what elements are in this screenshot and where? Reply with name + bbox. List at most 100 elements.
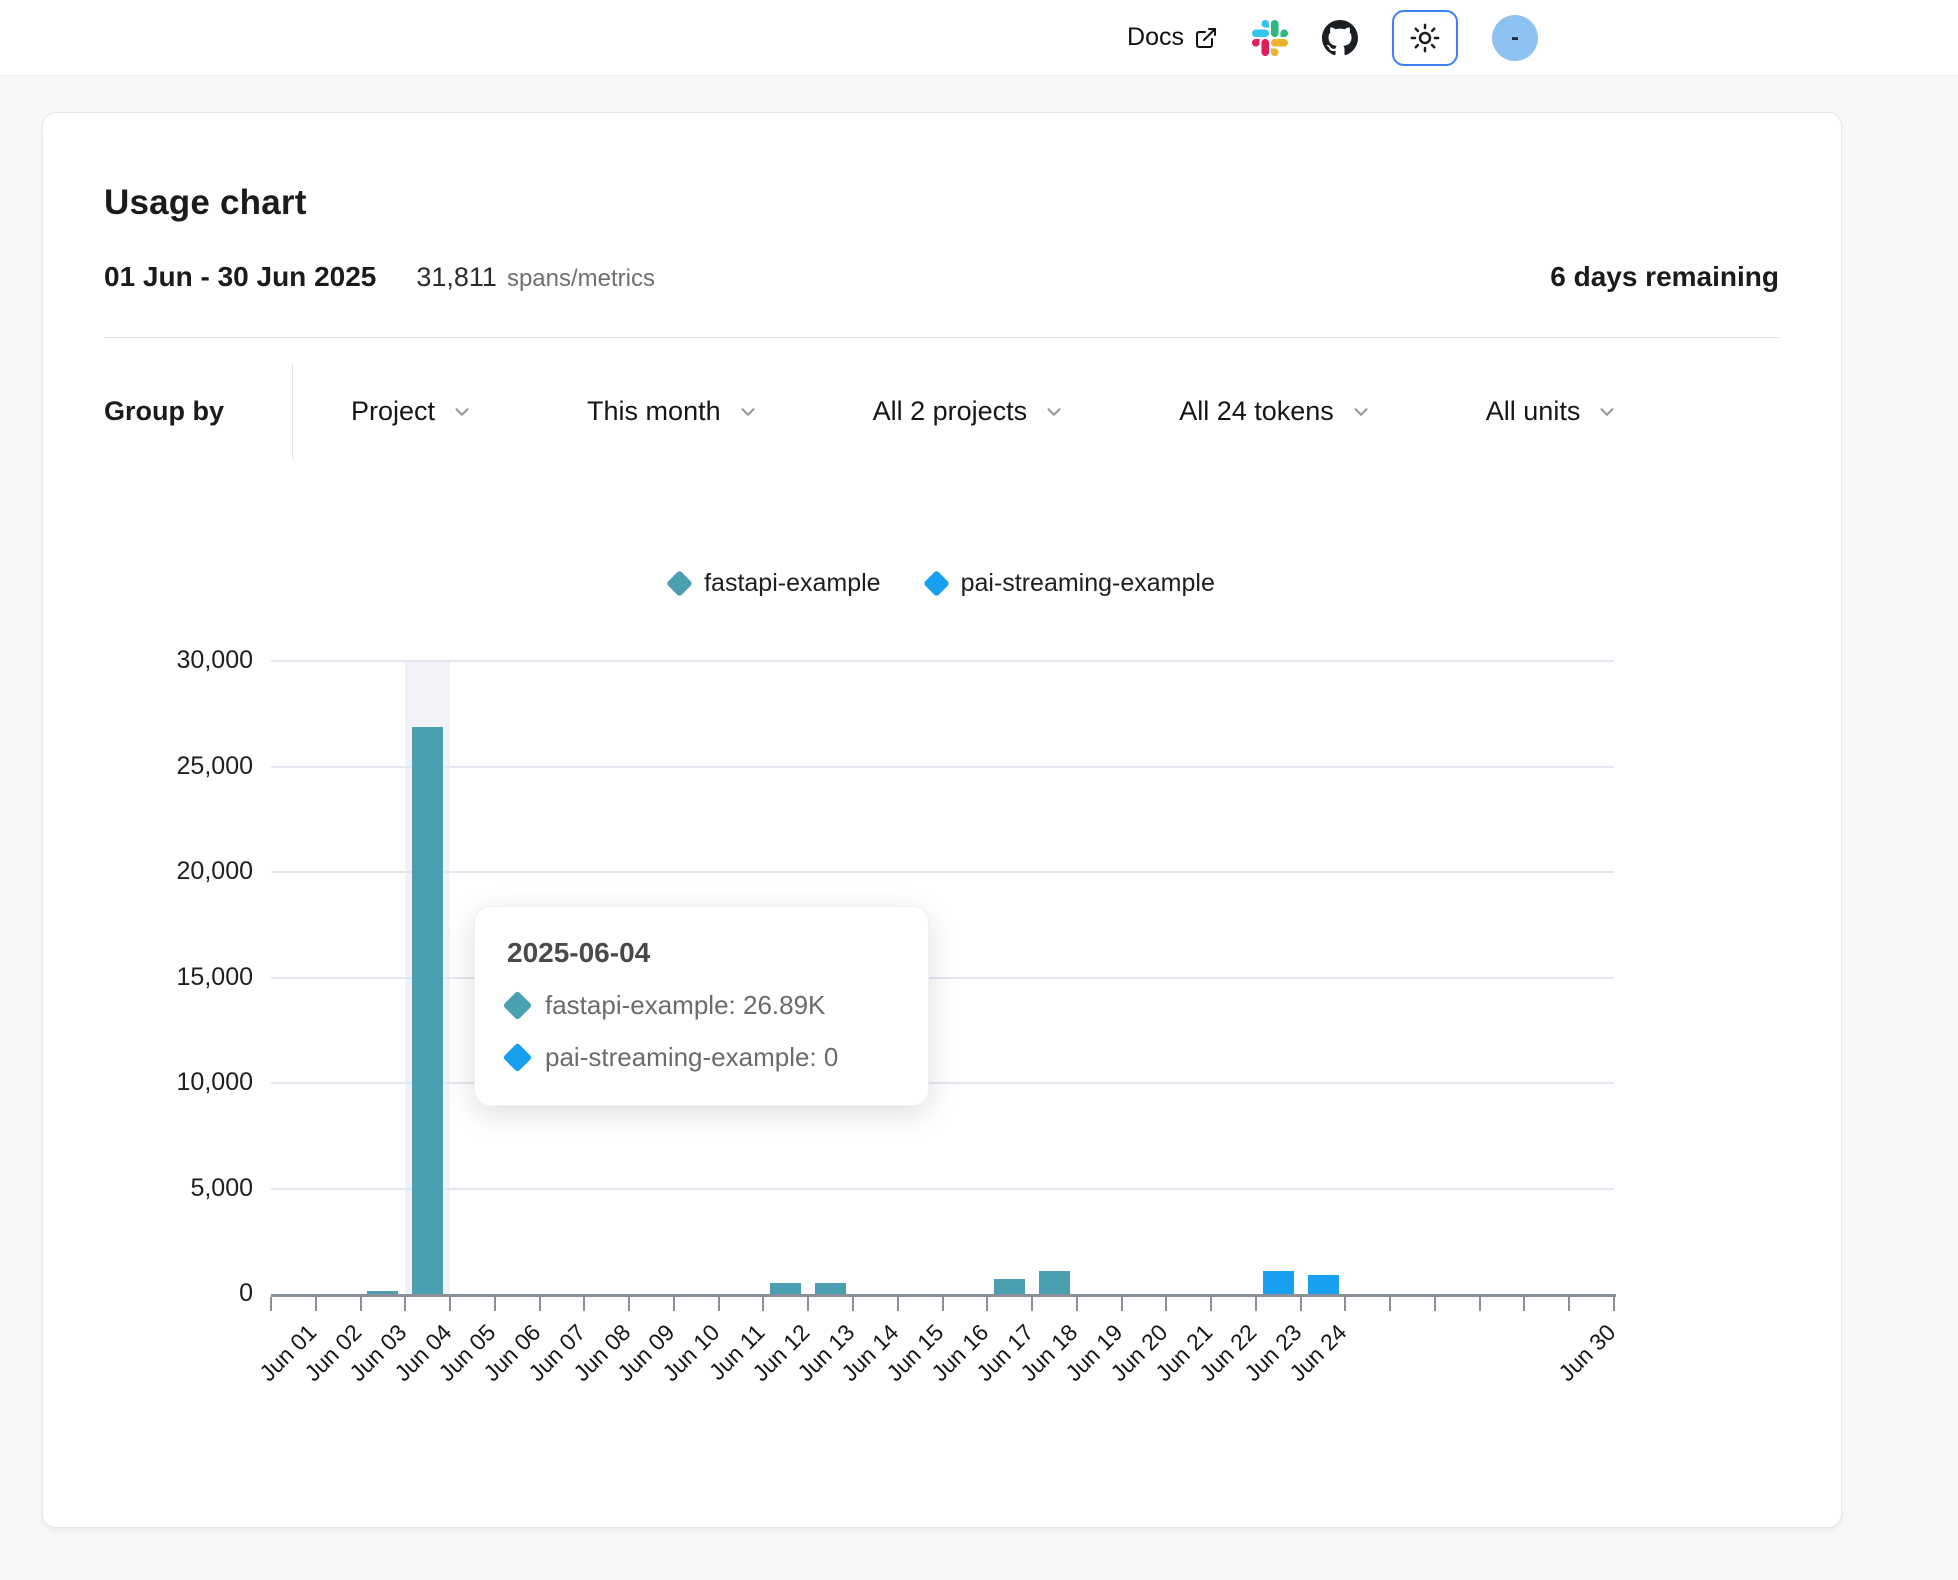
- tokens-select[interactable]: All 24 tokens: [1179, 396, 1372, 427]
- bar-jun-04[interactable]: [412, 727, 443, 1294]
- x-tick: [494, 1297, 496, 1311]
- x-tick: [1255, 1297, 1257, 1311]
- x-tick: [315, 1297, 317, 1311]
- chevron-down-icon: [737, 401, 759, 423]
- units-select[interactable]: All units: [1486, 396, 1619, 427]
- date-range: 01 Jun - 30 Jun 2025: [104, 261, 376, 293]
- x-tick-label: Jun 30: [1553, 1319, 1621, 1387]
- plot-area: [271, 661, 1614, 1294]
- tokens-select-value: All 24 tokens: [1179, 396, 1334, 427]
- x-tick: [1121, 1297, 1123, 1311]
- theme-toggle-button[interactable]: [1392, 10, 1458, 66]
- chart-tooltip: 2025-06-04 fastapi-example: 26.89K pai-s…: [474, 906, 929, 1106]
- gridline: [271, 1188, 1614, 1190]
- y-tick-label: 30,000: [177, 646, 253, 675]
- period-select-value: This month: [587, 396, 721, 427]
- x-tick: [404, 1297, 406, 1311]
- x-tick: [1076, 1297, 1078, 1311]
- x-tick: [1389, 1297, 1391, 1311]
- x-tick: [583, 1297, 585, 1311]
- bar-jun-12[interactable]: [770, 1283, 801, 1294]
- x-tick: [807, 1297, 809, 1311]
- bar-jun-17[interactable]: [994, 1279, 1025, 1294]
- chevron-down-icon: [1043, 401, 1065, 423]
- chevron-down-icon: [451, 401, 473, 423]
- github-icon: [1322, 20, 1358, 56]
- chevron-down-icon: [1596, 401, 1618, 423]
- series-diamond-icon: [503, 1043, 533, 1073]
- usage-unit: spans/metrics: [507, 265, 655, 293]
- bar-jun-23[interactable]: [1263, 1271, 1294, 1294]
- gridline: [271, 871, 1614, 873]
- vertical-divider: [292, 364, 293, 459]
- series-diamond-icon: [923, 570, 950, 597]
- usage-chart: fastapi-example pai-streaming-example 0 5…: [43, 543, 1841, 1529]
- projects-select-value: All 2 projects: [873, 396, 1028, 427]
- y-tick-label: 0: [239, 1279, 253, 1308]
- x-tick: [628, 1297, 630, 1311]
- x-tick: [1031, 1297, 1033, 1311]
- x-tick: [673, 1297, 675, 1311]
- days-remaining: 6 days remaining: [1550, 261, 1779, 293]
- filter-row: Group by Project This month All 2 projec…: [104, 364, 1779, 459]
- x-tick: [1210, 1297, 1212, 1311]
- usage-total: 31,811: [416, 262, 497, 293]
- y-tick-label: 25,000: [177, 752, 253, 781]
- group-by-label: Group by: [104, 396, 224, 427]
- x-tick: [986, 1297, 988, 1311]
- y-tick-label: 5,000: [190, 1174, 253, 1203]
- y-tick-label: 10,000: [177, 1068, 253, 1097]
- sun-icon: [1410, 23, 1440, 53]
- series-diamond-icon: [503, 991, 533, 1021]
- github-button[interactable]: [1322, 20, 1358, 56]
- x-tick: [852, 1297, 854, 1311]
- external-link-icon: [1194, 26, 1218, 50]
- x-tick: [1613, 1297, 1615, 1311]
- main-content: Usage chart 01 Jun - 30 Jun 2025 31,811 …: [0, 112, 1958, 1528]
- legend-item-fastapi-example[interactable]: fastapi-example: [670, 569, 880, 598]
- legend-label: fastapi-example: [704, 569, 880, 598]
- x-tick: [449, 1297, 451, 1311]
- tooltip-date: 2025-06-04: [507, 937, 892, 969]
- x-tick: [1165, 1297, 1167, 1311]
- x-tick: [897, 1297, 899, 1311]
- projects-select[interactable]: All 2 projects: [873, 396, 1066, 427]
- x-tick: [762, 1297, 764, 1311]
- chevron-down-icon: [1350, 401, 1372, 423]
- gridline: [271, 1082, 1614, 1084]
- series-diamond-icon: [666, 570, 693, 597]
- period-select[interactable]: This month: [587, 396, 759, 427]
- bar-jun-13[interactable]: [815, 1283, 846, 1294]
- units-select-value: All units: [1486, 396, 1581, 427]
- x-tick: [1568, 1297, 1570, 1311]
- gridline: [271, 660, 1614, 662]
- topbar: Docs -: [0, 0, 1958, 76]
- y-tick-label: 20,000: [177, 857, 253, 886]
- page-title: Usage chart: [104, 183, 1779, 223]
- y-tick-label: 15,000: [177, 963, 253, 992]
- avatar[interactable]: -: [1492, 15, 1538, 61]
- x-tick: [1434, 1297, 1436, 1311]
- docs-link-label: Docs: [1127, 23, 1184, 52]
- slack-button[interactable]: [1252, 20, 1288, 56]
- group-by-select[interactable]: Project: [351, 396, 473, 427]
- x-tick: [1523, 1297, 1525, 1311]
- usage-card: Usage chart 01 Jun - 30 Jun 2025 31,811 …: [42, 112, 1842, 1528]
- gridline: [271, 766, 1614, 768]
- x-tick: [270, 1297, 272, 1311]
- y-axis: 0 5,000 10,000 15,000 20,000 25,000 30,000: [43, 543, 253, 1529]
- usage-summary-row: 01 Jun - 30 Jun 2025 31,811 spans/metric…: [104, 261, 1779, 293]
- bar-jun-18[interactable]: [1039, 1271, 1070, 1294]
- x-tick: [1479, 1297, 1481, 1311]
- section-divider: [104, 337, 1779, 338]
- docs-link[interactable]: Docs: [1127, 23, 1218, 52]
- chart-legend: fastapi-example pai-streaming-example: [271, 569, 1614, 598]
- tooltip-row-text: pai-streaming-example: 0: [545, 1042, 838, 1073]
- tooltip-row-text: fastapi-example: 26.89K: [545, 990, 825, 1021]
- legend-item-pai-streaming-example[interactable]: pai-streaming-example: [927, 569, 1215, 598]
- bar-jun-24[interactable]: [1308, 1275, 1339, 1294]
- x-tick: [718, 1297, 720, 1311]
- x-tick: [1344, 1297, 1346, 1311]
- tooltip-row: pai-streaming-example: 0: [507, 1042, 892, 1073]
- x-tick: [1300, 1297, 1302, 1311]
